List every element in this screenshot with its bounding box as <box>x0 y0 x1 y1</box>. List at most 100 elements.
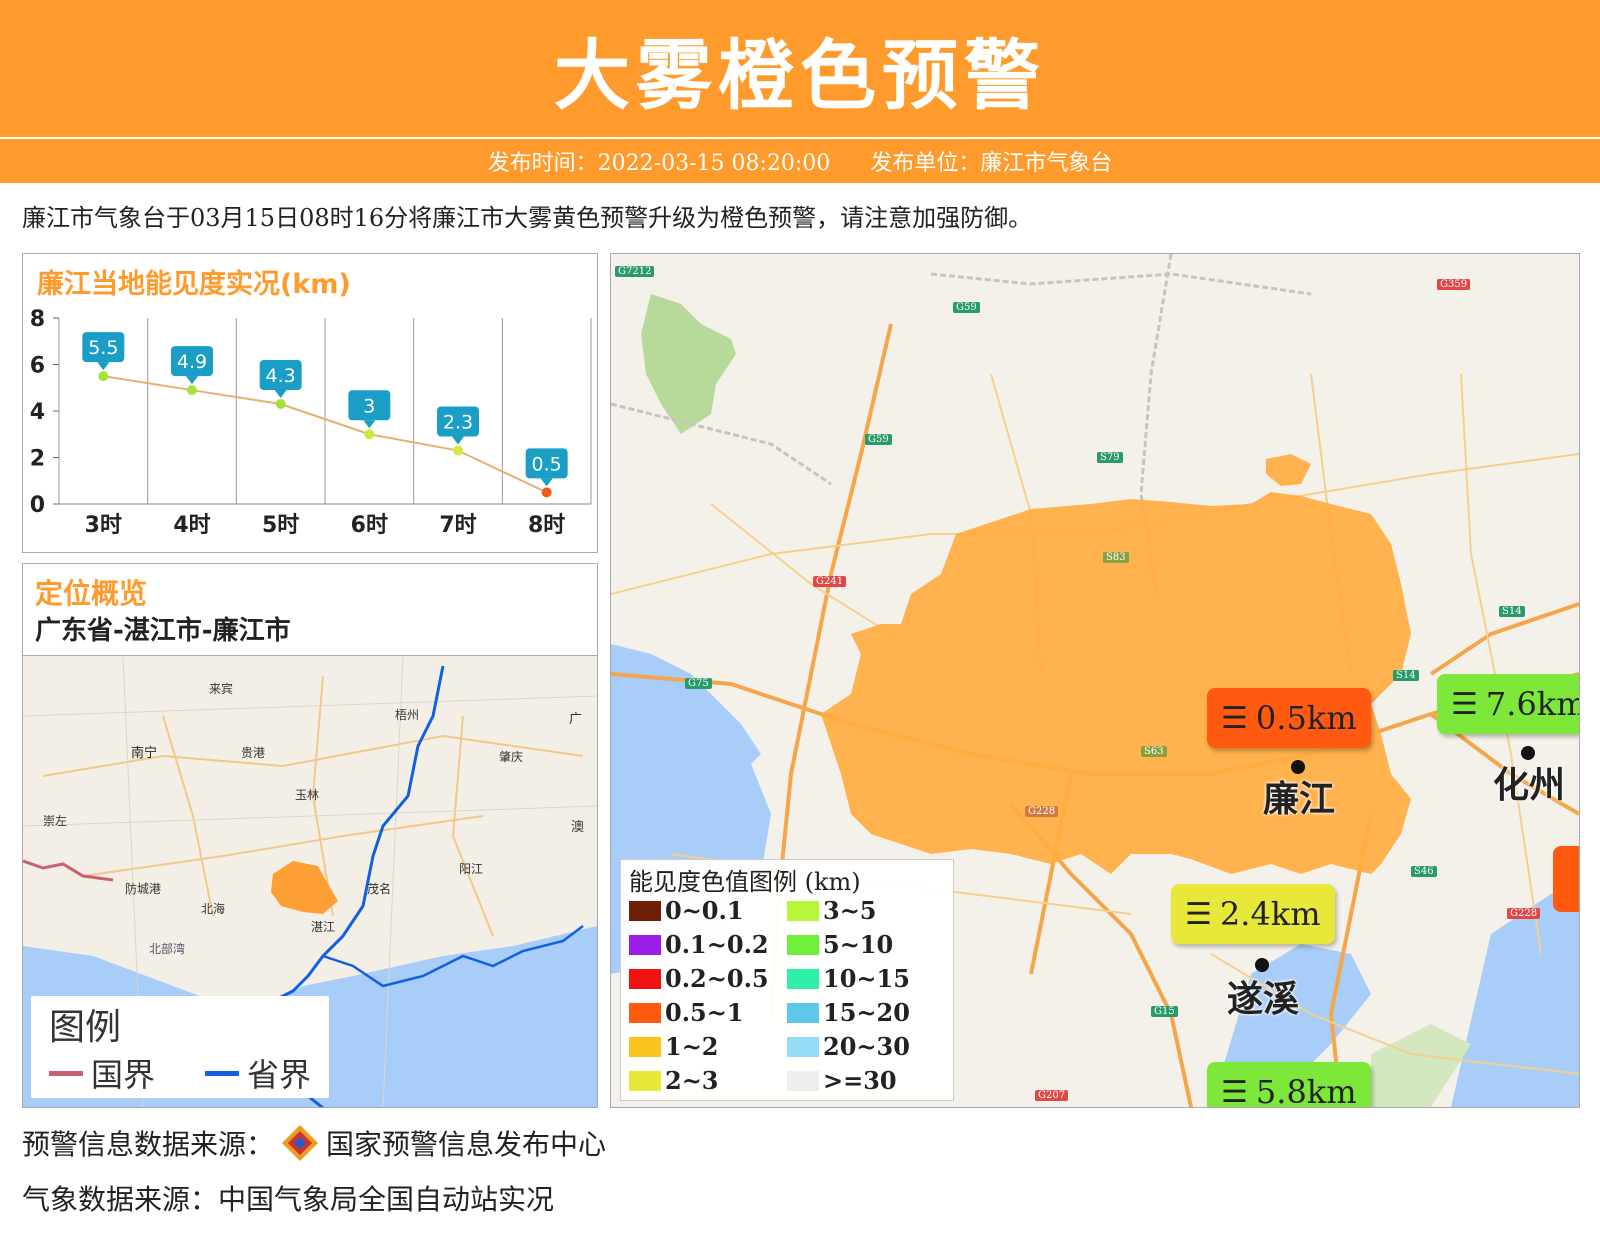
legend-provincial-border: 省界 <box>205 1050 311 1096</box>
overview-legend-title: 图例 <box>49 1007 122 1048</box>
map-label-chongzuo: 崇左 <box>43 814 68 828</box>
legend-label: 0.2~0.5 <box>665 964 769 993</box>
visibility-badge-lianjiang[interactable]: ☰ 0.5km <box>1207 688 1371 748</box>
road-label: G59 <box>865 434 892 445</box>
publish-time: 发布时间：2022-03-15 08:20:00 <box>487 151 831 176</box>
map-label-wuzhou: 梧州 <box>395 708 420 722</box>
badge-value: 7.6km <box>1485 685 1580 723</box>
map-label-yangjiang: 阳江 <box>459 862 484 876</box>
x-tick-label: 5时 <box>262 513 299 538</box>
x-tick-label: 7时 <box>439 513 476 538</box>
legend-item: 1~2 <box>629 1032 719 1061</box>
menu-icon: ☰ <box>1451 686 1478 722</box>
legend-item: 0.5~1 <box>629 998 744 1027</box>
location-panel: 定位概览 广东省-湛江市-廉江市 来宾 南宁 贵港 梧州 肇庆 玉林 崇左 防城… <box>22 563 598 1108</box>
badge-value: 0.5km <box>1255 699 1357 737</box>
visibility-badge-south[interactable]: ☰ 5.8km <box>1207 1062 1371 1108</box>
legend-label: 15~20 <box>823 998 910 1027</box>
visibility-legend-title: 能见度色值图例 (km) <box>629 868 861 896</box>
data-point <box>275 399 286 410</box>
menu-icon: ☰ <box>1221 1074 1248 1108</box>
menu-icon: ☰ <box>1221 700 1248 736</box>
menu-icon: ☰ <box>1185 896 1212 932</box>
legend-label: 0.5~1 <box>665 998 744 1027</box>
visibility-line-chart: 0 2 4 6 8 5.5 3时 4.9 4时 4.3 5时 3 6时 2.3 7时 0.5 8时 <box>30 307 592 538</box>
legend-swatch <box>787 968 819 989</box>
page-title: 大雾橙色预警 <box>554 30 1046 120</box>
city-label-suixi: 遂溪 <box>1227 979 1300 1020</box>
legend-national-border: 国界 <box>49 1050 155 1096</box>
legend-item: 2~3 <box>629 1066 719 1095</box>
map-label-laibin: 来宾 <box>209 682 234 696</box>
legend-swatch <box>629 900 661 921</box>
visibility-chart-panel: 廉江当地能见度实况(km) 0 2 4 6 8 5.5 3时 4.9 4时 4.3 5时 3 6时 2.3… <box>22 253 598 553</box>
data-label-pointer <box>540 478 553 487</box>
city-label-huazhou: 化州 <box>1493 765 1566 806</box>
legend-label: >=30 <box>823 1066 897 1095</box>
warning-source-name: 国家预警信息发布中心 <box>326 1128 607 1161</box>
y-tick-label: 2 <box>30 447 45 472</box>
legend-item: >=30 <box>787 1066 897 1095</box>
legend-label: 0.1~0.2 <box>665 930 769 959</box>
legend-label: 5~10 <box>823 930 894 959</box>
data-label-pointer <box>274 390 287 399</box>
publish-info-bar: 发布时间：2022-03-15 08:20:00 发布单位：廉江市气象台 <box>0 139 1600 183</box>
road-label: G241 <box>813 576 847 587</box>
road-label: G228 <box>1507 908 1541 919</box>
overview-map[interactable]: 来宾 南宁 贵港 梧州 肇庆 玉林 崇左 防城港 北海 茂名 阳江 湛江 北部湾… <box>23 655 597 1107</box>
road-label: G207 <box>1035 1090 1069 1101</box>
data-label: 4.9 <box>177 351 207 373</box>
provincial-border-label: 省界 <box>247 1056 312 1094</box>
map-label-beibuwan: 北部湾 <box>149 942 186 956</box>
data-label: 3 <box>363 395 375 417</box>
overview-map-legend: 图例 国界 省界 <box>31 996 329 1098</box>
visibility-badge-suixi[interactable]: ☰ 2.4km <box>1171 884 1335 944</box>
map-label-guigang: 贵港 <box>241 746 266 760</box>
legend-label: 0~0.1 <box>665 896 744 925</box>
visibility-chart-title: 廉江当地能见度实况(km) <box>37 269 351 300</box>
weather-data-source: 气象数据来源：中国气象局全国自动站实况 <box>22 1183 555 1216</box>
visibility-color-legend: 能见度色值图例 (km) 0~0.1 3~5 0.1~0.2 5~10 0.2~0.5 1… <box>620 859 954 1101</box>
location-path: 广东省-湛江市-廉江市 <box>35 616 291 646</box>
map-label-nanning: 南宁 <box>131 746 158 761</box>
legend-swatch <box>787 1002 819 1023</box>
data-label: 4.3 <box>266 365 296 387</box>
road-label: S14 <box>1393 670 1419 681</box>
map-label-guang: 广 <box>569 712 583 727</box>
legend-label: 2~3 <box>665 1066 719 1095</box>
page-header: 大雾橙色预警 <box>0 0 1600 137</box>
x-tick-label: 3时 <box>85 513 122 538</box>
data-label: 2.3 <box>443 412 473 434</box>
map-label-yulin: 玉林 <box>295 788 320 802</box>
data-label-pointer <box>452 436 464 445</box>
legend-item: 15~20 <box>787 998 910 1027</box>
legend-swatch <box>787 1036 819 1057</box>
map-label-macau: 澳 <box>571 820 585 835</box>
data-point <box>541 487 552 498</box>
data-label-pointer <box>186 376 198 385</box>
warning-source-line: 预警信息数据来源： 国家预警信息发布中心 <box>22 1123 606 1163</box>
y-tick-label: 0 <box>30 493 45 518</box>
legend-label: 1~2 <box>665 1032 719 1061</box>
map-label-fangchenggang: 防城港 <box>125 882 162 896</box>
location-title: 定位概览 <box>35 577 148 610</box>
legend-swatch <box>629 934 661 955</box>
data-point <box>98 371 109 382</box>
legend-item: 10~15 <box>787 964 910 993</box>
road-label: S79 <box>1097 452 1123 463</box>
data-point <box>187 385 197 396</box>
visibility-badge-huazhou[interactable]: ☰ 7.6km <box>1437 674 1580 734</box>
city-label-lianjiang: 廉江 <box>1263 779 1336 820</box>
warning-center-logo-icon <box>282 1125 319 1161</box>
y-tick-label: 8 <box>30 307 45 332</box>
visibility-badge-edge[interactable] <box>1553 846 1579 912</box>
road-label: G7212 <box>615 266 655 277</box>
legend-item: 0.2~0.5 <box>629 964 769 993</box>
legend-swatch <box>629 1070 661 1091</box>
map-label-zhanjiang: 湛江 <box>311 920 336 934</box>
legend-swatch <box>629 1002 661 1023</box>
road-label: S83 <box>1103 552 1129 563</box>
x-tick-label: 6时 <box>351 513 388 538</box>
map-label-maoming: 茂名 <box>367 882 392 896</box>
legend-label: 20~30 <box>823 1032 910 1061</box>
